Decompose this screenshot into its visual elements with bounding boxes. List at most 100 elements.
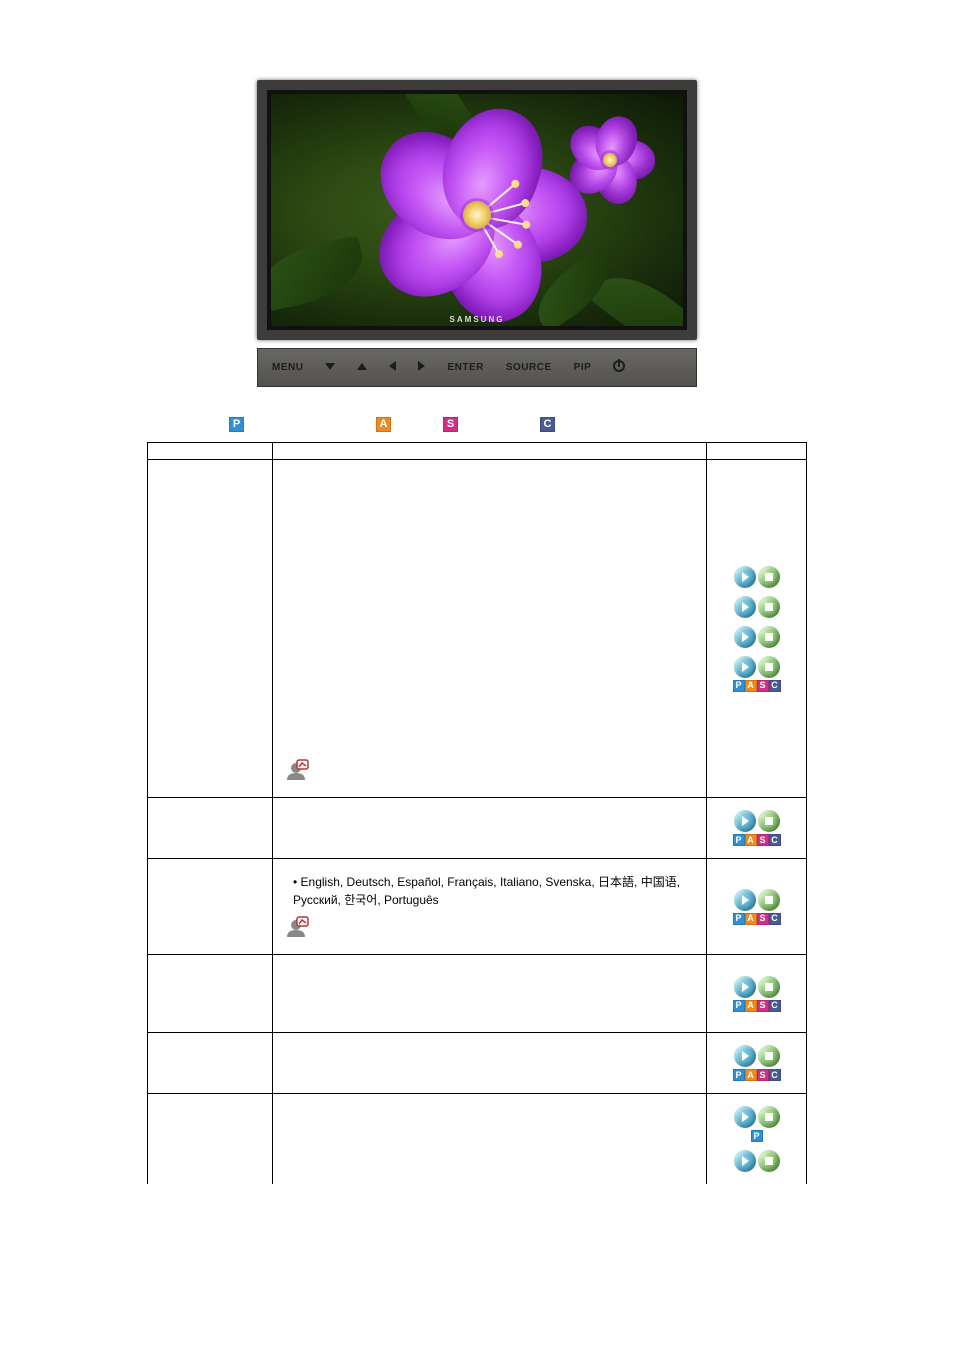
- cell-label: [148, 460, 273, 798]
- table-header-row: [148, 443, 807, 460]
- power-button[interactable]: [613, 360, 625, 375]
- menu-button[interactable]: MENU: [272, 362, 303, 373]
- badge-a-icon: A: [745, 834, 757, 846]
- cell-icons: P A S C: [707, 460, 807, 798]
- play-icon[interactable]: [734, 566, 756, 588]
- note-person-icon: [283, 915, 309, 946]
- down-button[interactable]: [325, 362, 335, 373]
- badge-p-icon: P: [229, 417, 244, 432]
- play-icon[interactable]: [734, 656, 756, 678]
- stop-icon[interactable]: [758, 596, 780, 618]
- triangle-right-icon: [418, 361, 425, 371]
- play-icon[interactable]: [734, 626, 756, 648]
- source-button[interactable]: SOURCE: [506, 362, 552, 373]
- play-stop-cluster: [734, 596, 780, 618]
- power-icon: [613, 360, 625, 372]
- play-stop-pasc-cluster: P A S C: [733, 976, 781, 1012]
- triangle-left-icon: [389, 361, 396, 371]
- cell-icons: P A S C: [707, 1033, 807, 1094]
- stop-icon[interactable]: [758, 656, 780, 678]
- badge-s-icon: S: [757, 913, 769, 925]
- stop-icon[interactable]: [758, 566, 780, 588]
- flower-small: [563, 118, 657, 202]
- badge-a-icon: A: [745, 913, 757, 925]
- table-row: P A S C: [148, 955, 807, 1033]
- table-row: P: [148, 1094, 807, 1185]
- header-col3: [707, 443, 807, 460]
- stop-icon[interactable]: [758, 1045, 780, 1067]
- cell-desc: • English, Deutsch, Español, Français, I…: [273, 859, 707, 955]
- badge-c-icon: C: [769, 913, 781, 925]
- badge-p-icon: P: [733, 913, 745, 925]
- cell-icons: P A S C: [707, 859, 807, 955]
- cell-label: [148, 955, 273, 1033]
- play-icon[interactable]: [734, 596, 756, 618]
- right-button[interactable]: [418, 361, 425, 374]
- cell-icons: P A S C: [707, 955, 807, 1033]
- pasc-strip: P A S C: [733, 1069, 781, 1081]
- badge-c-icon: C: [540, 417, 555, 432]
- p-strip: P: [751, 1130, 763, 1142]
- cell-label: [148, 1033, 273, 1094]
- pip-button[interactable]: PIP: [574, 362, 592, 373]
- stop-icon[interactable]: [758, 810, 780, 832]
- stop-icon[interactable]: [758, 626, 780, 648]
- badge-a-icon: A: [745, 680, 757, 692]
- play-stop-pasc-cluster: P A S C: [733, 1045, 781, 1081]
- header-col2: [273, 443, 707, 460]
- badge-a-icon: A: [745, 1069, 757, 1081]
- play-stop-p-cluster: P: [734, 1106, 780, 1142]
- pasc-strip: P A S C: [733, 834, 781, 846]
- play-stop-cluster: [734, 1150, 780, 1172]
- badge-c-icon: C: [769, 680, 781, 692]
- left-button[interactable]: [389, 361, 396, 374]
- tv-unit: SAMSUNG MENU ENTER SOURCE PIP: [257, 80, 697, 387]
- settings-table: P A S C P A S C: [147, 442, 807, 1184]
- mode-legend: P A S C: [177, 417, 777, 432]
- tv-inner: SAMSUNG: [267, 90, 687, 330]
- badge-c-icon: C: [769, 1000, 781, 1012]
- badge-p-icon: P: [733, 834, 745, 846]
- pasc-strip: P A S C: [733, 913, 781, 925]
- play-icon[interactable]: [734, 1045, 756, 1067]
- play-icon[interactable]: [734, 889, 756, 911]
- cell-label: [148, 859, 273, 955]
- play-icon[interactable]: [734, 1106, 756, 1128]
- badge-a-icon: A: [376, 417, 391, 432]
- stop-icon[interactable]: [758, 1106, 780, 1128]
- play-stop-pasc-cluster: P A S C: [733, 810, 781, 846]
- cell-desc: [273, 1094, 707, 1185]
- cell-desc: [273, 798, 707, 859]
- cell-desc: [273, 1033, 707, 1094]
- play-stop-cluster: [734, 626, 780, 648]
- pasc-strip: P A S C: [733, 680, 781, 692]
- cell-desc: [273, 955, 707, 1033]
- header-col1: [148, 443, 273, 460]
- tv-frame: SAMSUNG: [257, 80, 697, 340]
- cell-desc: [273, 460, 707, 798]
- table-row: P A S C: [148, 1033, 807, 1094]
- play-icon[interactable]: [734, 1150, 756, 1172]
- play-icon[interactable]: [734, 976, 756, 998]
- play-icon[interactable]: [734, 810, 756, 832]
- play-stop-cluster: [734, 566, 780, 588]
- up-button[interactable]: [357, 362, 367, 373]
- stop-icon[interactable]: [758, 976, 780, 998]
- cell-icons: P A S C: [707, 798, 807, 859]
- play-stop-pasc-cluster: P A S C: [733, 656, 781, 692]
- tv-control-bar: MENU ENTER SOURCE PIP: [257, 348, 697, 387]
- stop-icon[interactable]: [758, 1150, 780, 1172]
- badge-p-icon: P: [733, 1000, 745, 1012]
- tv-screen: SAMSUNG: [271, 94, 683, 326]
- badge-s-icon: S: [443, 417, 458, 432]
- table-row: P A S C: [148, 460, 807, 798]
- badge-s-icon: S: [757, 834, 769, 846]
- badge-p-icon: P: [733, 1069, 745, 1081]
- note-person-icon: [283, 758, 309, 789]
- badge-c-icon: C: [769, 1069, 781, 1081]
- cell-label: [148, 798, 273, 859]
- enter-button[interactable]: ENTER: [447, 362, 483, 373]
- cell-label: [148, 1094, 273, 1185]
- stop-icon[interactable]: [758, 889, 780, 911]
- brand-label: SAMSUNG: [450, 315, 505, 324]
